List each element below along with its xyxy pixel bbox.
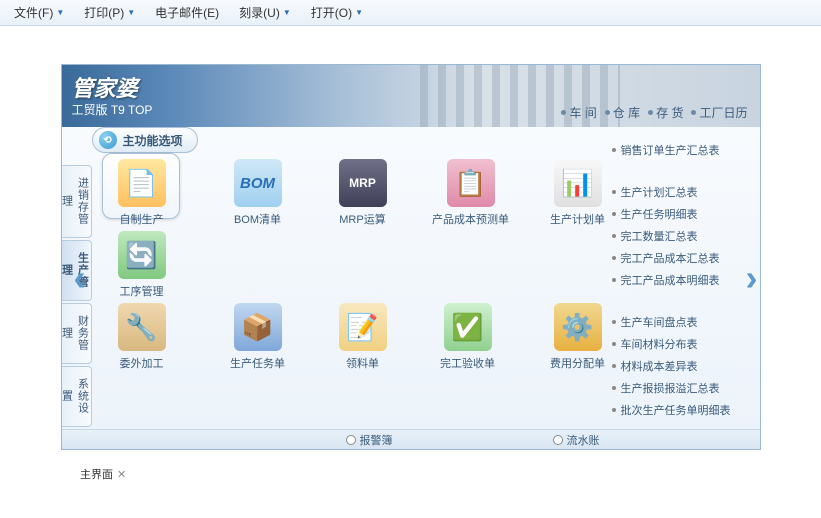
- sidebar-tab-finance[interactable]: 财务管理: [62, 303, 92, 364]
- menu-email[interactable]: 电子邮件(E): [145, 4, 229, 21]
- window-menubar: 文件(F)▼ 打印(P)▼ 电子邮件(E) 刻录(U)▼ 打开(O)▼: [0, 0, 821, 26]
- item-task-order[interactable]: 📦 生产任务单: [218, 303, 298, 371]
- item-production-plan[interactable]: 📊 生产计划单: [538, 159, 618, 227]
- item-cost-forecast[interactable]: 📋 产品成本预测单: [423, 159, 519, 227]
- report-sales-order-summary[interactable]: 销售订单生产汇总表: [612, 139, 752, 161]
- close-icon[interactable]: ✕: [117, 468, 126, 481]
- logo: 管家婆 工贸版 T9 TOP: [72, 71, 153, 118]
- check-icon: ✅: [444, 303, 492, 351]
- report-task-detail[interactable]: 生产任务明细表: [612, 203, 752, 225]
- chart-icon: 📊: [554, 159, 602, 207]
- nav-warehouse[interactable]: 仓 库: [605, 104, 640, 121]
- tab-circle-icon: ⟲: [99, 131, 117, 149]
- footer-flow[interactable]: 流水账: [533, 432, 620, 448]
- chevron-down-icon: ▼: [355, 8, 363, 17]
- bullet-icon: [612, 190, 616, 194]
- arrow-left-icon[interactable]: ‹: [74, 257, 86, 299]
- report-workshop-stock[interactable]: 生产车间盘点表: [612, 311, 752, 333]
- bom-icon: BOM: [234, 159, 282, 207]
- bullet-icon: [612, 212, 616, 216]
- item-bom[interactable]: BOM BOM清单: [218, 159, 298, 227]
- bullet-icon: [612, 386, 616, 390]
- bullet-icon: [612, 342, 616, 346]
- report-completion-cost-detail[interactable]: 完工产品成本明细表: [612, 269, 752, 291]
- footer-bar: 报警簿 流水账: [62, 429, 760, 449]
- bullet-icon: [612, 364, 616, 368]
- menu-open[interactable]: 打开(O)▼: [301, 4, 373, 21]
- gear-icon: ⚙️: [554, 303, 602, 351]
- footer-alarm[interactable]: 报警簿: [326, 432, 413, 448]
- note-icon: 📝: [339, 303, 387, 351]
- report-plan-summary[interactable]: 生产计划汇总表: [612, 181, 752, 203]
- refresh-icon: 🔄: [118, 231, 166, 279]
- nav-workshop[interactable]: 车 间: [561, 104, 596, 121]
- menu-burn[interactable]: 刻录(U)▼: [229, 4, 301, 21]
- clipboard-icon: 📋: [447, 159, 495, 207]
- menu-print[interactable]: 打印(P)▼: [74, 4, 145, 21]
- dot-icon: [561, 110, 566, 115]
- main-area: 进销存管理 生产管理 财务管理 系统设置 ⟲ 主功能选项 ‹ 📄 自制生产: [62, 127, 760, 429]
- sidebar-tab-system[interactable]: 系统设置: [62, 366, 92, 427]
- dot-icon: [691, 110, 696, 115]
- item-completion[interactable]: ✅ 完工验收单: [428, 303, 508, 371]
- nav-inventory[interactable]: 存 货: [648, 104, 683, 121]
- box-icon: 📦: [234, 303, 282, 351]
- app-window: 管家婆 工贸版 T9 TOP 车 间 仓 库 存 货 工厂日历 进销存管理 生产…: [61, 64, 761, 450]
- radio-icon: [553, 435, 563, 445]
- bullet-icon: [612, 256, 616, 260]
- chevron-down-icon: ▼: [56, 8, 64, 17]
- chevron-down-icon: ▼: [127, 8, 135, 17]
- bullet-icon: [612, 234, 616, 238]
- header-nav: 车 间 仓 库 存 货 工厂日历: [561, 104, 747, 121]
- bullet-icon: [612, 278, 616, 282]
- header-banner: 管家婆 工贸版 T9 TOP 车 间 仓 库 存 货 工厂日历: [62, 65, 760, 127]
- report-completion-cost-summary[interactable]: 完工产品成本汇总表: [612, 247, 752, 269]
- content-zone: ⟲ 主功能选项 ‹ 📄 自制生产 BOM BOM清单 MRP MRP运: [92, 127, 760, 429]
- tab-header: ⟲ 主功能选项: [92, 127, 198, 153]
- item-material-req[interactable]: 📝 领料单: [323, 303, 403, 371]
- menu-file[interactable]: 文件(F)▼: [4, 4, 74, 21]
- item-cost-alloc[interactable]: ⚙️ 费用分配单: [538, 303, 618, 371]
- document-icon: 📄: [118, 159, 166, 207]
- item-outsource[interactable]: 🔧 委外加工: [102, 303, 182, 371]
- radio-icon: [346, 435, 356, 445]
- status-bar: 主界面 ✕: [80, 466, 126, 482]
- item-mrp[interactable]: MRP MRP运算: [323, 159, 403, 227]
- dot-icon: [648, 110, 653, 115]
- wrench-icon: 🔧: [118, 303, 166, 351]
- status-main-label: 主界面: [80, 466, 113, 482]
- dot-icon: [605, 110, 610, 115]
- report-batch-task-detail[interactable]: 批次生产任务单明细表: [612, 399, 752, 421]
- item-self-produce[interactable]: 📄 自制生产: [102, 159, 182, 227]
- chevron-down-icon: ▼: [283, 8, 291, 17]
- sidebar-tab-inventory[interactable]: 进销存管理: [62, 165, 92, 238]
- bullet-icon: [612, 148, 616, 152]
- report-material-dist[interactable]: 车间材料分布表: [612, 333, 752, 355]
- bullet-icon: [612, 320, 616, 324]
- bullet-icon: [612, 408, 616, 412]
- logo-main: 管家婆: [72, 71, 153, 103]
- function-grid: 📄 自制生产 BOM BOM清单 MRP MRP运算 📋 产品成本预测单 📊: [98, 159, 600, 429]
- logo-sub: 工贸版 T9 TOP: [72, 101, 153, 118]
- main-functions-tab[interactable]: ⟲ 主功能选项: [92, 127, 198, 153]
- nav-calendar[interactable]: 工厂日历: [691, 104, 747, 121]
- calculator-icon: MRP: [339, 159, 387, 207]
- report-list: 销售订单生产汇总表 生产计划汇总表 生产任务明细表 完工数量汇总表 完工产品成本…: [612, 139, 752, 421]
- main-functions-label: 主功能选项: [123, 132, 183, 149]
- item-process-mgmt[interactable]: 🔄 工序管理: [102, 231, 182, 299]
- report-completion-qty[interactable]: 完工数量汇总表: [612, 225, 752, 247]
- report-material-cost-diff[interactable]: 材料成本差异表: [612, 355, 752, 377]
- arrow-right-icon[interactable]: ›: [746, 257, 758, 299]
- report-loss-surplus[interactable]: 生产报损报溢汇总表: [612, 377, 752, 399]
